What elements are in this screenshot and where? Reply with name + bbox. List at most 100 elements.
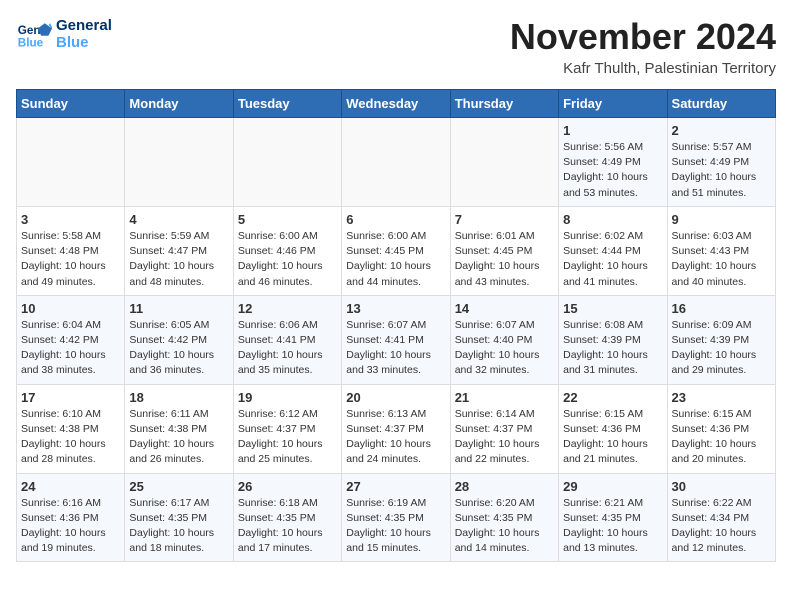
day-info: Sunrise: 6:09 AM Sunset: 4:39 PM Dayligh… <box>672 318 771 379</box>
calendar-cell: 16 Sunrise: 6:09 AM Sunset: 4:39 PM Dayli… <box>667 295 775 384</box>
day-number: 21 <box>455 390 554 405</box>
day-number: 19 <box>238 390 337 405</box>
calendar-cell: 9Sunrise: 6:03 AM Sunset: 4:43 PM Daylig… <box>667 206 775 295</box>
day-number: 5 <box>238 212 337 227</box>
calendar-header-row: SundayMondayTuesdayWednesdayThursdayFrid… <box>17 90 776 118</box>
day-info: Sunrise: 6:21 AM Sunset: 4:35 PM Dayligh… <box>563 496 662 557</box>
day-info: Sunrise: 6:05 AM Sunset: 4:42 PM Dayligh… <box>129 318 228 379</box>
calendar-cell: 4 Sunrise: 5:59 AM Sunset: 4:47 PM Daylig… <box>125 206 233 295</box>
calendar-week-1: 1 Sunrise: 5:56 AM Sunset: 4:49 PM Daylig… <box>17 118 776 207</box>
day-number: 2 <box>672 123 771 138</box>
day-info: Sunrise: 6:07 AM Sunset: 4:40 PM Dayligh… <box>455 318 554 379</box>
day-info: Sunrise: 6:04 AM Sunset: 4:42 PM Dayligh… <box>21 318 120 379</box>
day-info: Sunrise: 5:57 AM Sunset: 4:49 PM Dayligh… <box>672 140 771 201</box>
day-info: Sunrise: 5:59 AM Sunset: 4:47 PM Dayligh… <box>129 229 228 290</box>
calendar-cell: 13Sunrise: 6:07 AM Sunset: 4:41 PM Dayli… <box>342 295 450 384</box>
day-info: Sunrise: 5:56 AM Sunset: 4:49 PM Dayligh… <box>563 140 662 201</box>
day-number: 7 <box>455 212 554 227</box>
calendar-cell <box>342 118 450 207</box>
day-number: 4 <box>129 212 228 227</box>
svg-text:Blue: Blue <box>18 37 44 50</box>
calendar-cell: 1 Sunrise: 5:56 AM Sunset: 4:49 PM Daylig… <box>559 118 667 207</box>
day-number: 17 <box>21 390 120 405</box>
day-info: Sunrise: 5:58 AM Sunset: 4:48 PM Dayligh… <box>21 229 120 290</box>
calendar-cell: 21 Sunrise: 6:14 AM Sunset: 4:37 PM Dayli… <box>450 384 558 473</box>
day-header-saturday: Saturday <box>667 90 775 118</box>
day-header-friday: Friday <box>559 90 667 118</box>
day-number: 16 <box>672 301 771 316</box>
calendar-cell: 14Sunrise: 6:07 AM Sunset: 4:40 PM Dayli… <box>450 295 558 384</box>
logo-icon: General Blue <box>16 16 52 52</box>
day-number: 3 <box>21 212 120 227</box>
calendar-cell: 29 Sunrise: 6:21 AM Sunset: 4:35 PM Dayli… <box>559 473 667 562</box>
page-header: General Blue General Blue November 2024 … <box>16 16 776 77</box>
calendar-cell: 5 Sunrise: 6:00 AM Sunset: 4:46 PM Daylig… <box>233 206 341 295</box>
logo-blue: Blue <box>56 34 112 51</box>
day-info: Sunrise: 6:18 AM Sunset: 4:35 PM Dayligh… <box>238 496 337 557</box>
calendar-cell: 22Sunrise: 6:15 AM Sunset: 4:36 PM Dayli… <box>559 384 667 473</box>
day-info: Sunrise: 6:00 AM Sunset: 4:46 PM Dayligh… <box>238 229 337 290</box>
calendar-cell: 20 Sunrise: 6:13 AM Sunset: 4:37 PM Dayli… <box>342 384 450 473</box>
day-info: Sunrise: 6:22 AM Sunset: 4:34 PM Dayligh… <box>672 496 771 557</box>
day-header-monday: Monday <box>125 90 233 118</box>
calendar-cell: 2 Sunrise: 5:57 AM Sunset: 4:49 PM Daylig… <box>667 118 775 207</box>
day-number: 11 <box>129 301 228 316</box>
day-info: Sunrise: 6:11 AM Sunset: 4:38 PM Dayligh… <box>129 407 228 468</box>
day-number: 15 <box>563 301 662 316</box>
calendar-cell: 3 Sunrise: 5:58 AM Sunset: 4:48 PM Daylig… <box>17 206 125 295</box>
calendar-cell: 12 Sunrise: 6:06 AM Sunset: 4:41 PM Dayli… <box>233 295 341 384</box>
calendar-cell: 25 Sunrise: 6:17 AM Sunset: 4:35 PM Dayli… <box>125 473 233 562</box>
day-info: Sunrise: 6:12 AM Sunset: 4:37 PM Dayligh… <box>238 407 337 468</box>
logo: General Blue General Blue <box>16 16 112 52</box>
calendar-cell: 18Sunrise: 6:11 AM Sunset: 4:38 PM Dayli… <box>125 384 233 473</box>
day-info: Sunrise: 6:17 AM Sunset: 4:35 PM Dayligh… <box>129 496 228 557</box>
day-number: 30 <box>672 479 771 494</box>
day-number: 29 <box>563 479 662 494</box>
location-subtitle: Kafr Thulth, Palestinian Territory <box>510 60 776 77</box>
day-info: Sunrise: 6:15 AM Sunset: 4:36 PM Dayligh… <box>672 407 771 468</box>
calendar-cell: 15 Sunrise: 6:08 AM Sunset: 4:39 PM Dayli… <box>559 295 667 384</box>
day-info: Sunrise: 6:13 AM Sunset: 4:37 PM Dayligh… <box>346 407 445 468</box>
calendar-cell: 24 Sunrise: 6:16 AM Sunset: 4:36 PM Dayli… <box>17 473 125 562</box>
day-info: Sunrise: 6:08 AM Sunset: 4:39 PM Dayligh… <box>563 318 662 379</box>
calendar-cell <box>17 118 125 207</box>
day-info: Sunrise: 6:06 AM Sunset: 4:41 PM Dayligh… <box>238 318 337 379</box>
calendar-cell: 26 Sunrise: 6:18 AM Sunset: 4:35 PM Dayli… <box>233 473 341 562</box>
day-header-wednesday: Wednesday <box>342 90 450 118</box>
day-number: 13 <box>346 301 445 316</box>
day-number: 24 <box>21 479 120 494</box>
calendar-week-5: 24 Sunrise: 6:16 AM Sunset: 4:36 PM Dayli… <box>17 473 776 562</box>
day-number: 27 <box>346 479 445 494</box>
day-header-thursday: Thursday <box>450 90 558 118</box>
title-block: November 2024 Kafr Thulth, Palestinian T… <box>510 16 776 77</box>
calendar-cell: 19 Sunrise: 6:12 AM Sunset: 4:37 PM Dayli… <box>233 384 341 473</box>
month-year-title: November 2024 <box>510 16 776 58</box>
calendar-week-2: 3 Sunrise: 5:58 AM Sunset: 4:48 PM Daylig… <box>17 206 776 295</box>
calendar-cell <box>125 118 233 207</box>
day-info: Sunrise: 6:14 AM Sunset: 4:37 PM Dayligh… <box>455 407 554 468</box>
calendar-cell <box>450 118 558 207</box>
calendar-cell: 23Sunrise: 6:15 AM Sunset: 4:36 PM Dayli… <box>667 384 775 473</box>
day-info: Sunrise: 6:10 AM Sunset: 4:38 PM Dayligh… <box>21 407 120 468</box>
day-info: Sunrise: 6:16 AM Sunset: 4:36 PM Dayligh… <box>21 496 120 557</box>
calendar-cell: 28 Sunrise: 6:20 AM Sunset: 4:35 PM Dayli… <box>450 473 558 562</box>
day-number: 20 <box>346 390 445 405</box>
day-number: 26 <box>238 479 337 494</box>
day-number: 1 <box>563 123 662 138</box>
calendar-cell: 17 Sunrise: 6:10 AM Sunset: 4:38 PM Dayli… <box>17 384 125 473</box>
day-number: 28 <box>455 479 554 494</box>
day-info: Sunrise: 6:20 AM Sunset: 4:35 PM Dayligh… <box>455 496 554 557</box>
calendar-week-4: 17 Sunrise: 6:10 AM Sunset: 4:38 PM Dayli… <box>17 384 776 473</box>
day-number: 12 <box>238 301 337 316</box>
logo-general: General <box>56 17 112 34</box>
day-number: 22 <box>563 390 662 405</box>
calendar-cell: 27Sunrise: 6:19 AM Sunset: 4:35 PM Dayli… <box>342 473 450 562</box>
calendar-table: SundayMondayTuesdayWednesdayThursdayFrid… <box>16 89 776 562</box>
day-header-sunday: Sunday <box>17 90 125 118</box>
day-header-tuesday: Tuesday <box>233 90 341 118</box>
day-number: 25 <box>129 479 228 494</box>
calendar-cell: 7Sunrise: 6:01 AM Sunset: 4:45 PM Daylig… <box>450 206 558 295</box>
calendar-cell: 11 Sunrise: 6:05 AM Sunset: 4:42 PM Dayli… <box>125 295 233 384</box>
calendar-cell: 8Sunrise: 6:02 AM Sunset: 4:44 PM Daylig… <box>559 206 667 295</box>
calendar-cell: 6Sunrise: 6:00 AM Sunset: 4:45 PM Daylig… <box>342 206 450 295</box>
